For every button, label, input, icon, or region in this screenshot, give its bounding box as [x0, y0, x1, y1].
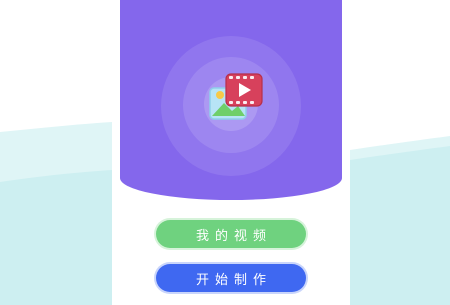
photo-video-icon: [208, 70, 264, 126]
start-create-button[interactable]: 开始制作: [156, 264, 306, 292]
hero-banner: [120, 0, 342, 200]
app-screen: 我的视频 开始制作: [112, 0, 350, 305]
my-videos-button[interactable]: 我的视频: [156, 220, 306, 248]
